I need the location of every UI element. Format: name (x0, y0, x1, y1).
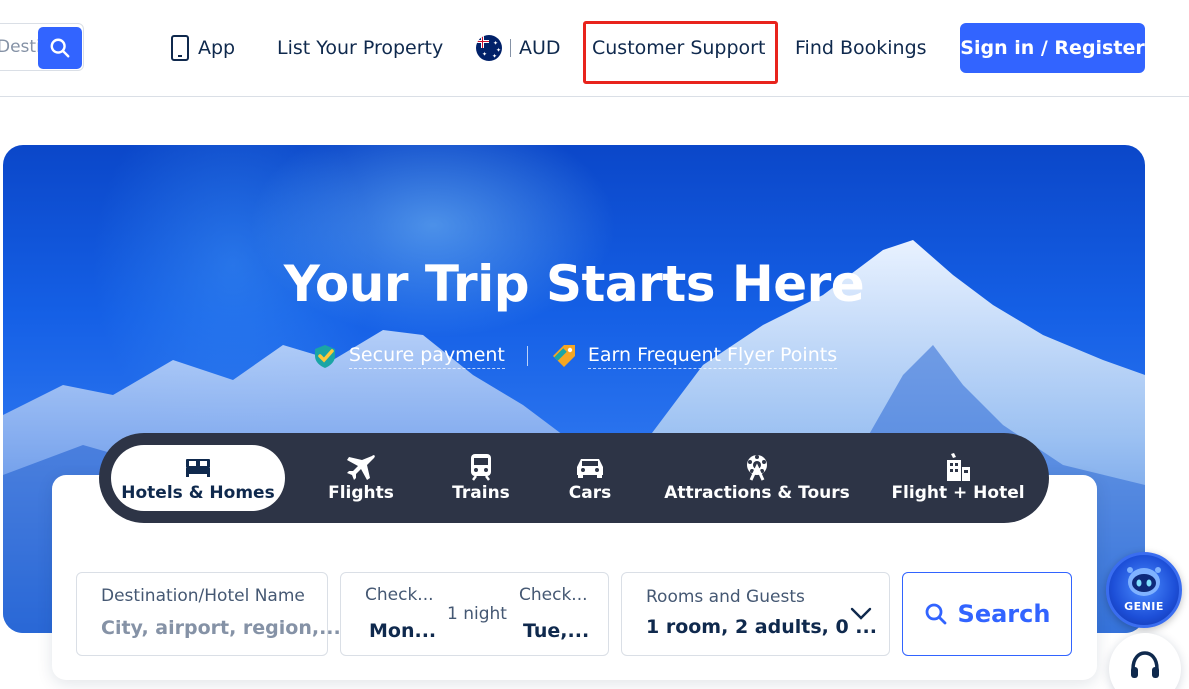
header-search (0, 23, 84, 71)
checkin-value: Mon... (369, 620, 437, 642)
signin-register-button[interactable]: Sign in / Register (960, 23, 1145, 73)
nav-currency[interactable]: ✦ ✦ ✦ ✦ AUD (476, 35, 561, 61)
product-tabs: Hotels & Homes Flights Trains Cars Attra… (99, 433, 1049, 523)
search-icon (50, 38, 70, 58)
headset-icon (1131, 651, 1159, 678)
tab-flight-hotel[interactable]: Flight + Hotel (891, 445, 1025, 511)
australia-flag-icon: ✦ ✦ ✦ ✦ (476, 35, 502, 61)
genie-assistant-button[interactable]: GENIE (1106, 552, 1182, 628)
tab-trains-label: Trains (452, 483, 510, 503)
signin-label: Sign in / Register (960, 37, 1145, 59)
robot-icon (1127, 567, 1161, 596)
search-button[interactable]: Search (902, 572, 1072, 656)
ferris-wheel-icon (747, 455, 767, 481)
tab-flights-label: Flights (328, 483, 394, 503)
phone-icon (171, 35, 189, 61)
nav-find-bookings-label: Find Bookings (795, 37, 927, 59)
flight-hotel-icon (947, 453, 970, 481)
badge-frequent-flyer-label: Earn Frequent Flyer Points (587, 344, 838, 369)
nav-find-bookings[interactable]: Find Bookings (795, 35, 927, 61)
currency-label: AUD (519, 37, 561, 59)
tag-icon (552, 345, 575, 367)
genie-label: GENIE (1124, 600, 1164, 613)
search-icon (925, 603, 946, 625)
shield-check-icon (314, 345, 335, 368)
search-button-label: Search (957, 600, 1051, 628)
nights-count: 1 night (447, 604, 507, 624)
tab-cars-label: Cars (568, 483, 612, 503)
checkout-label: Check... (519, 585, 588, 605)
rooms-guests-label: Rooms and Guests (646, 587, 805, 607)
nav-list-your-property[interactable]: List Your Property (277, 35, 443, 61)
badge-secure-payment-label: Secure payment (348, 344, 505, 369)
floating-support-button[interactable] (1109, 633, 1181, 689)
checkout-value: Tue,... (523, 620, 590, 642)
hero-badges: Secure payment Earn Frequent Flyer Point… (3, 343, 1145, 369)
currency-divider (510, 39, 511, 57)
checkin-label: Check... (365, 585, 434, 605)
tab-flights[interactable]: Flights (315, 445, 407, 511)
nav-app-label: App (198, 37, 236, 59)
car-icon (577, 459, 603, 478)
destination-field[interactable]: Destination/Hotel Name City, airport, re… (76, 572, 341, 656)
tab-attractions-tours[interactable]: Attractions & Tours (664, 445, 850, 511)
rooms-guests-field[interactable]: Rooms and Guests 1 room, 2 adults, 0 ... (621, 572, 890, 656)
dates-field[interactable]: Check... Mon... 1 night Check... Tue,... (340, 572, 609, 656)
bed-icon (186, 459, 210, 477)
tab-trains[interactable]: Trains (440, 445, 522, 511)
header-search-button[interactable] (38, 27, 82, 69)
badge-divider (526, 346, 528, 366)
nav-customer-support-label: Customer Support (592, 37, 766, 59)
nav-app[interactable]: App (170, 35, 235, 61)
hero-title: Your Trip Starts Here (283, 255, 865, 313)
tab-flight-hotel-label: Flight + Hotel (891, 483, 1025, 503)
nav-list-property-label: List Your Property (277, 37, 444, 59)
plane-icon (347, 455, 375, 480)
badge-frequent-flyer[interactable]: Earn Frequent Flyer Points (550, 343, 838, 369)
chevron-down-icon (850, 607, 872, 620)
destination-label: Destination/Hotel Name (101, 586, 305, 606)
tab-attractions-tours-label: Attractions & Tours (664, 483, 850, 503)
tab-hotels-homes[interactable]: Hotels & Homes (111, 445, 285, 511)
top-header: App List Your Property ✦ ✦ ✦ ✦ AUD Custo… (0, 0, 1189, 97)
tab-hotels-homes-label: Hotels & Homes (121, 483, 275, 503)
header-search-input[interactable] (0, 24, 39, 70)
tab-cars[interactable]: Cars (554, 445, 626, 511)
nav-customer-support[interactable]: Customer Support (592, 35, 765, 61)
destination-placeholder: City, airport, region,... (101, 617, 341, 639)
rooms-guests-value: 1 room, 2 adults, 0 ... (646, 616, 877, 638)
badge-secure-payment[interactable]: Secure payment (311, 343, 505, 369)
train-icon (471, 454, 491, 481)
